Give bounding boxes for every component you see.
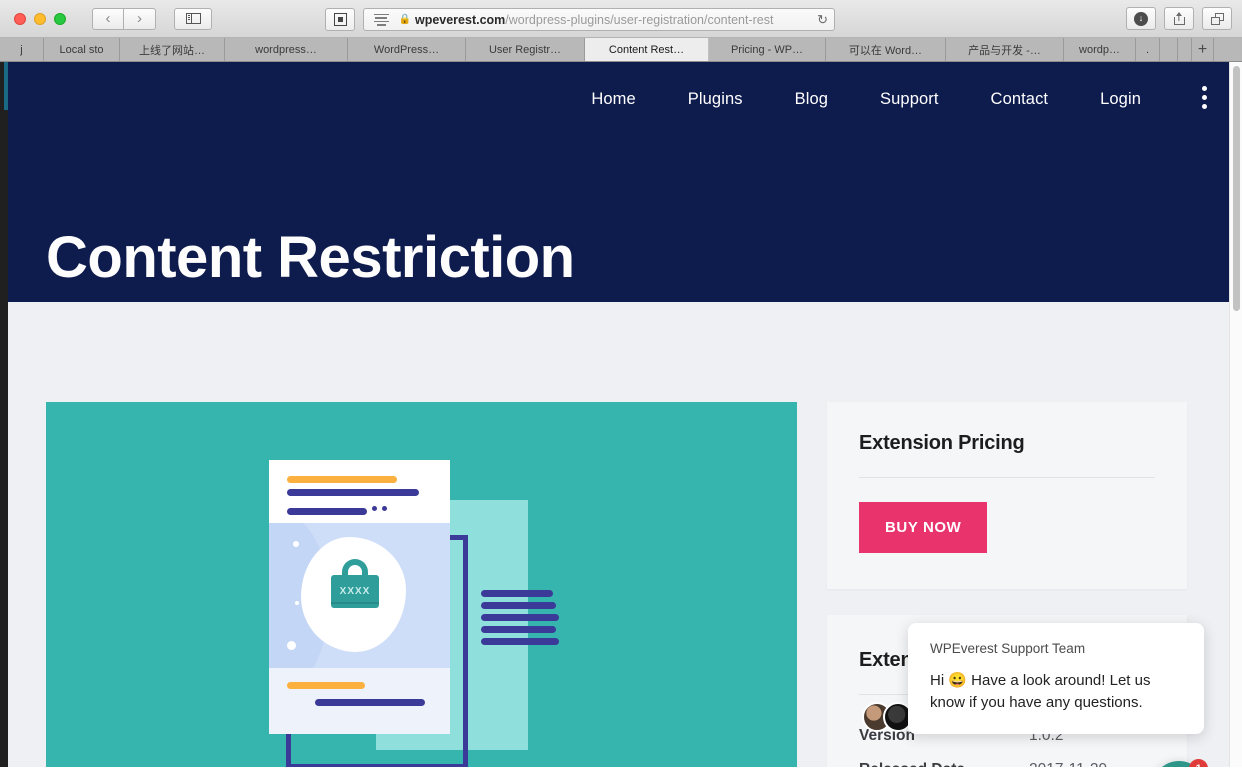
illustration-doc-body: XXXX (269, 523, 450, 668)
back-button[interactable]: ‹ (92, 7, 124, 30)
browser-chrome: ‹ › 🔒 wpeverest.com/wordpress-plugins/us… (0, 0, 1242, 62)
navigation-buttons: ‹ › (92, 7, 156, 30)
browser-tab[interactable]: 产品与开发 -… (946, 38, 1064, 61)
browser-tab[interactable]: WordPress… (348, 38, 466, 61)
chat-message-text: Hi 😀 Have a look around! Let us know if … (930, 672, 1151, 711)
illustration-bar-row (287, 502, 432, 515)
reader-icon (333, 13, 347, 26)
browser-tab[interactable]: wordp… (1064, 38, 1136, 61)
url-text: wpeverest.com/wordpress-plugins/user-reg… (415, 13, 774, 27)
page-viewport: Home Plugins Blog Support Contact Login Conte… (0, 62, 1242, 767)
illustration-sparkle (295, 601, 299, 605)
table-row: Released Date2017-11-29 (859, 753, 1155, 767)
reload-button[interactable]: ↻ (817, 12, 828, 28)
illustration-bar-orange (287, 476, 397, 483)
illustration-dot (372, 506, 377, 511)
address-bar: 🔒 wpeverest.com/wordpress-plugins/user-r… (325, 8, 835, 31)
support-avatars (862, 702, 913, 732)
share-glyph (1173, 12, 1185, 25)
detail-value: 2017-11-29 (1029, 753, 1155, 767)
illustration-bar-orange (287, 682, 365, 689)
nav-item-plugins[interactable]: Plugins (662, 90, 769, 109)
share-icon[interactable] (1164, 7, 1194, 30)
browser-tab[interactable]: 可以在 Word… (826, 38, 946, 61)
illustration-doc-footer (269, 668, 450, 734)
new-tab-button[interactable]: + (1192, 38, 1214, 61)
detail-key: Released Date (859, 753, 1029, 767)
page-scrollbar[interactable] (1229, 62, 1242, 767)
url-path: /wordpress-plugins/user-registration/con… (505, 12, 774, 27)
chat-team-name: WPEverest Support Team (930, 641, 1086, 656)
download-arrow-glyph: ↓ (1134, 11, 1148, 26)
browser-tab[interactable]: Local sto (44, 38, 120, 61)
window-left-accent (4, 62, 8, 110)
browser-tab[interactable]: 上线了网站… (120, 38, 225, 61)
illustration-doc-header (269, 460, 450, 523)
nav-item-contact[interactable]: Contact (965, 90, 1075, 109)
illustration-sparkle (379, 618, 384, 623)
illustration-line-stack (481, 590, 559, 645)
browser-tab[interactable]: j (0, 38, 44, 61)
browser-tab[interactable]: wordpress… (225, 38, 348, 61)
pricing-card-title: Extension Pricing (859, 432, 1025, 454)
url-domain: wpeverest.com (414, 12, 506, 27)
site-hero: Home Plugins Blog Support Contact Login Conte… (0, 62, 1229, 302)
more-menu-icon[interactable] (1202, 86, 1207, 109)
browser-tab[interactable] (1178, 38, 1192, 61)
nav-item-blog[interactable]: Blog (769, 90, 854, 109)
close-window-button[interactable] (14, 12, 26, 25)
page-title: Content Restriction (46, 225, 575, 290)
tab-overview-glyph (1210, 12, 1224, 25)
illustration-sparkle (287, 641, 296, 650)
browser-tab[interactable]: Pricing - WP… (709, 38, 826, 61)
url-display: 🔒 wpeverest.com/wordpress-plugins/user-r… (364, 13, 808, 27)
toolbar-right-buttons: ↓ (1126, 7, 1232, 30)
tab-overview-icon[interactable] (1202, 7, 1232, 30)
window-traffic-lights (14, 12, 66, 25)
nav-item-home[interactable]: Home (565, 90, 661, 109)
lock-icon: XXXX (331, 559, 379, 608)
minimize-window-button[interactable] (34, 12, 46, 25)
scrollbar-thumb[interactable] (1233, 66, 1240, 311)
browser-tab[interactable] (1160, 38, 1178, 61)
lock-shackle (342, 559, 368, 575)
illustration-bar-navy-short (287, 508, 367, 515)
site-navigation: Home Plugins Blog Support Contact Login (0, 62, 1229, 137)
url-field[interactable]: 🔒 wpeverest.com/wordpress-plugins/user-r… (363, 8, 835, 31)
browser-toolbar: ‹ › 🔒 wpeverest.com/wordpress-plugins/us… (0, 0, 1242, 38)
illustration-dot (382, 506, 387, 511)
nav-item-support[interactable]: Support (854, 90, 965, 109)
forward-button[interactable]: › (124, 7, 156, 30)
browser-tab[interactable]: Content Rest… (585, 38, 709, 61)
browser-tab-bar: j Local sto 上线了网站… wordpress… WordPress… User… (0, 38, 1242, 62)
illustration-sparkle (293, 541, 299, 547)
divider (859, 477, 1155, 478)
lock-icon: 🔒 (398, 14, 411, 25)
content-restriction-lock-illustration: XXXX (46, 402, 797, 767)
illustration-document: XXXX (269, 460, 450, 734)
downloads-icon[interactable]: ↓ (1126, 7, 1156, 30)
browser-tab[interactable]: User Registr… (466, 38, 585, 61)
reader-view-button[interactable] (325, 8, 355, 31)
illustration-bar-navy (315, 699, 425, 706)
chat-message-popup[interactable]: WPEverest Support Team Hi 😀 Have a look … (908, 623, 1204, 734)
sidebar-glyph (185, 13, 201, 24)
browser-tab[interactable]: . (1136, 38, 1160, 61)
sidebar-toggle-icon[interactable] (174, 7, 212, 30)
lock-body: XXXX (331, 575, 379, 608)
illustration-bar-navy (287, 489, 419, 496)
window-left-edge (0, 62, 8, 767)
nav-item-login[interactable]: Login (1074, 90, 1167, 109)
buy-now-button[interactable]: BUY NOW (859, 502, 988, 553)
extension-pricing-card: Extension Pricing BUY NOW (827, 402, 1187, 589)
lock-password-mask: XXXX (339, 586, 371, 597)
maximize-window-button[interactable] (54, 12, 66, 25)
